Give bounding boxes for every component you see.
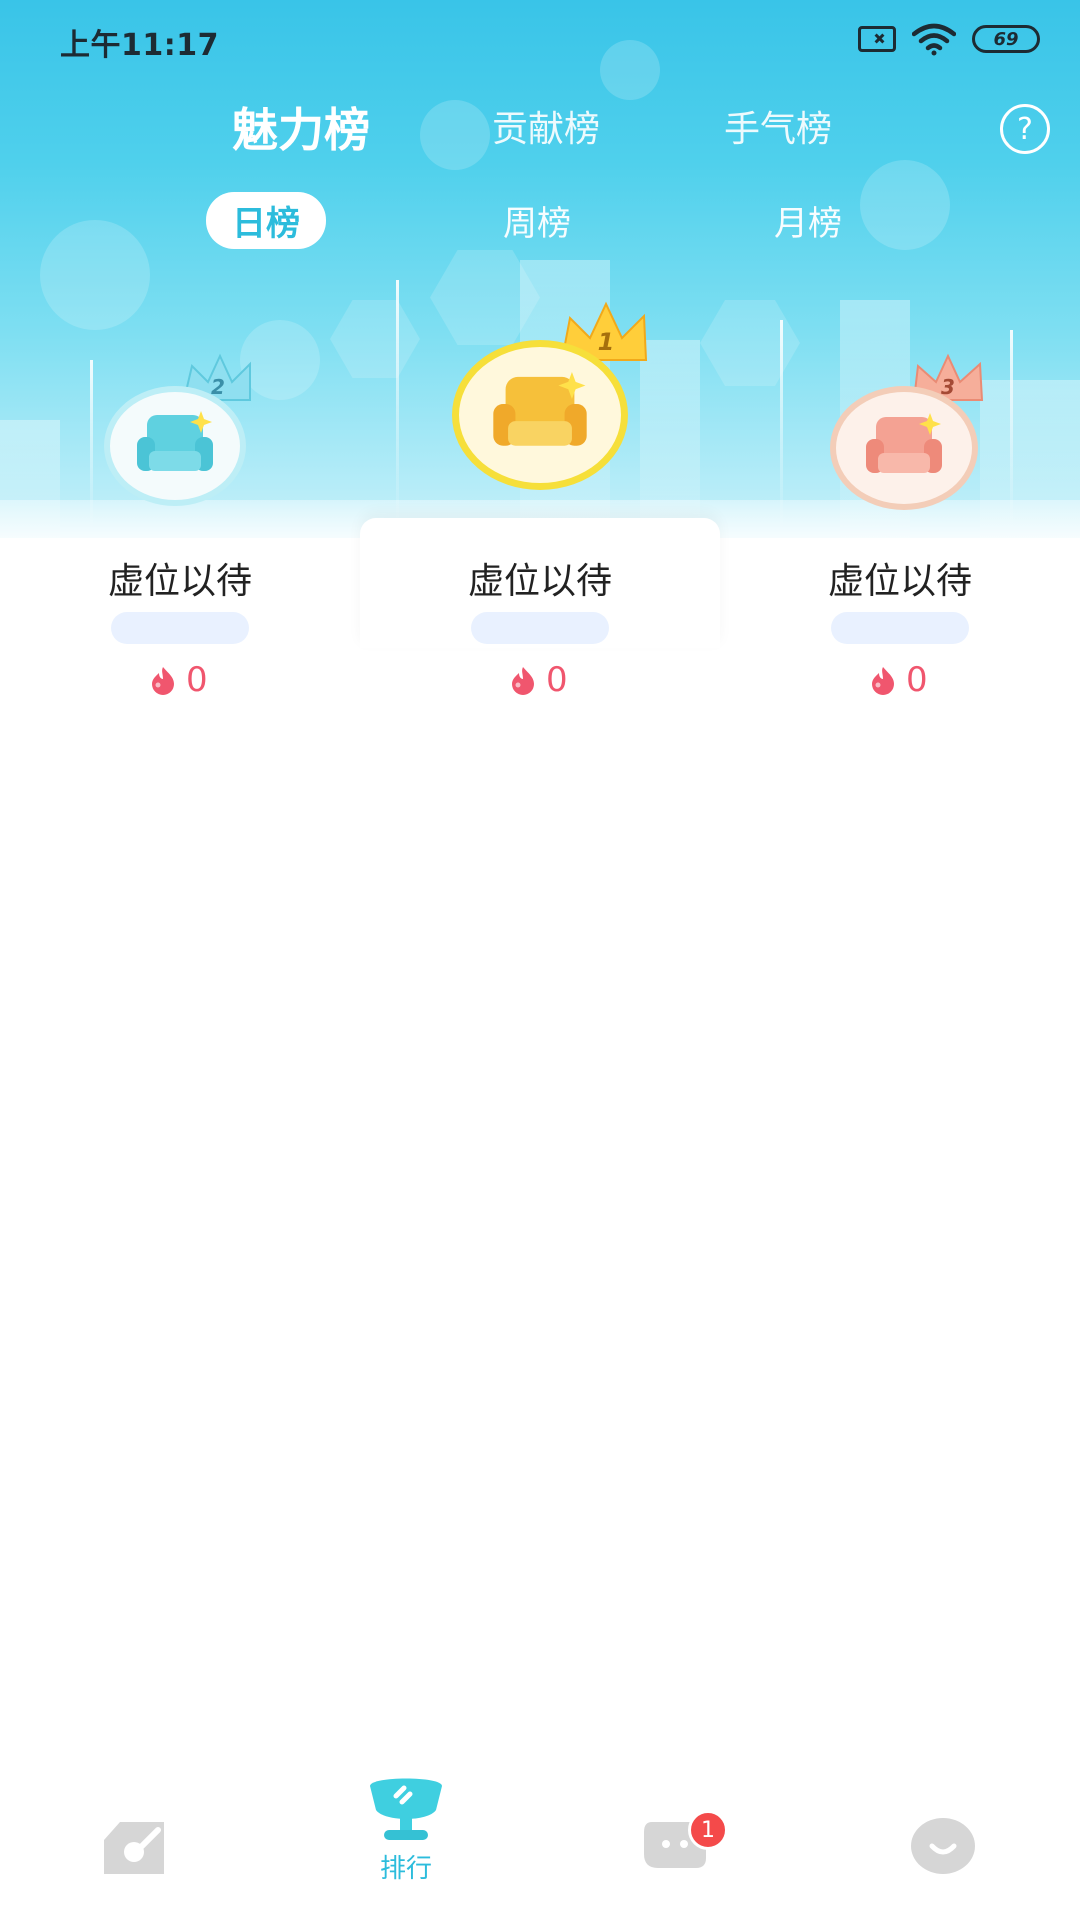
rank-1-level-placeholder <box>471 612 609 644</box>
empty-seat-icon <box>493 372 587 446</box>
tab-daily[interactable]: 日榜 <box>206 192 326 249</box>
wifi-icon <box>912 23 956 56</box>
nav-ranking[interactable]: 排行 <box>362 1774 450 1885</box>
rank-2-name: 虚位以待 <box>107 561 252 602</box>
status-icons: 69 <box>858 22 1040 56</box>
rank-1-score: 0 <box>508 660 568 700</box>
status-time: 上午11:17 <box>60 28 219 63</box>
rank-3-name: 虚位以待 <box>827 561 972 602</box>
rank-2-avatar[interactable] <box>104 386 246 506</box>
svg-text:1: 1 <box>598 328 615 356</box>
no-sim-icon <box>858 26 896 52</box>
profile-icon <box>911 1818 975 1874</box>
bottom-navigation: 排行 1 <box>0 1760 1080 1920</box>
help-button[interactable]: ? <box>1000 104 1050 154</box>
nav-messages[interactable]: 1 <box>642 1810 728 1874</box>
trophy-icon <box>370 1778 442 1840</box>
nav-home[interactable] <box>100 1818 168 1878</box>
empty-seat-icon <box>866 413 942 473</box>
tab-weekly[interactable]: 周榜 <box>503 196 571 245</box>
disc-icon <box>104 1822 164 1874</box>
unread-badge: 1 <box>688 1810 728 1850</box>
flame-icon <box>152 667 174 695</box>
flame-icon <box>512 667 534 695</box>
tab-charm[interactable]: 魅力榜 <box>228 94 374 160</box>
tab-luck[interactable]: 手气榜 <box>724 100 832 152</box>
rank-3-score: 0 <box>868 660 928 700</box>
rank-2-score: 0 <box>148 660 208 700</box>
nav-profile[interactable] <box>910 1816 976 1876</box>
tab-contribution[interactable]: 贡献榜 <box>492 100 600 152</box>
empty-seat-icon <box>137 411 213 471</box>
rank-2-level-placeholder <box>111 612 249 644</box>
tab-monthly[interactable]: 月榜 <box>774 196 842 245</box>
rank-3-avatar[interactable] <box>830 386 978 510</box>
rank-1-avatar[interactable] <box>452 340 628 490</box>
rank-1-name: 虚位以待 <box>467 561 612 602</box>
flame-icon <box>872 667 894 695</box>
battery-indicator: 69 <box>972 25 1040 53</box>
rank-3-level-placeholder <box>831 612 969 644</box>
